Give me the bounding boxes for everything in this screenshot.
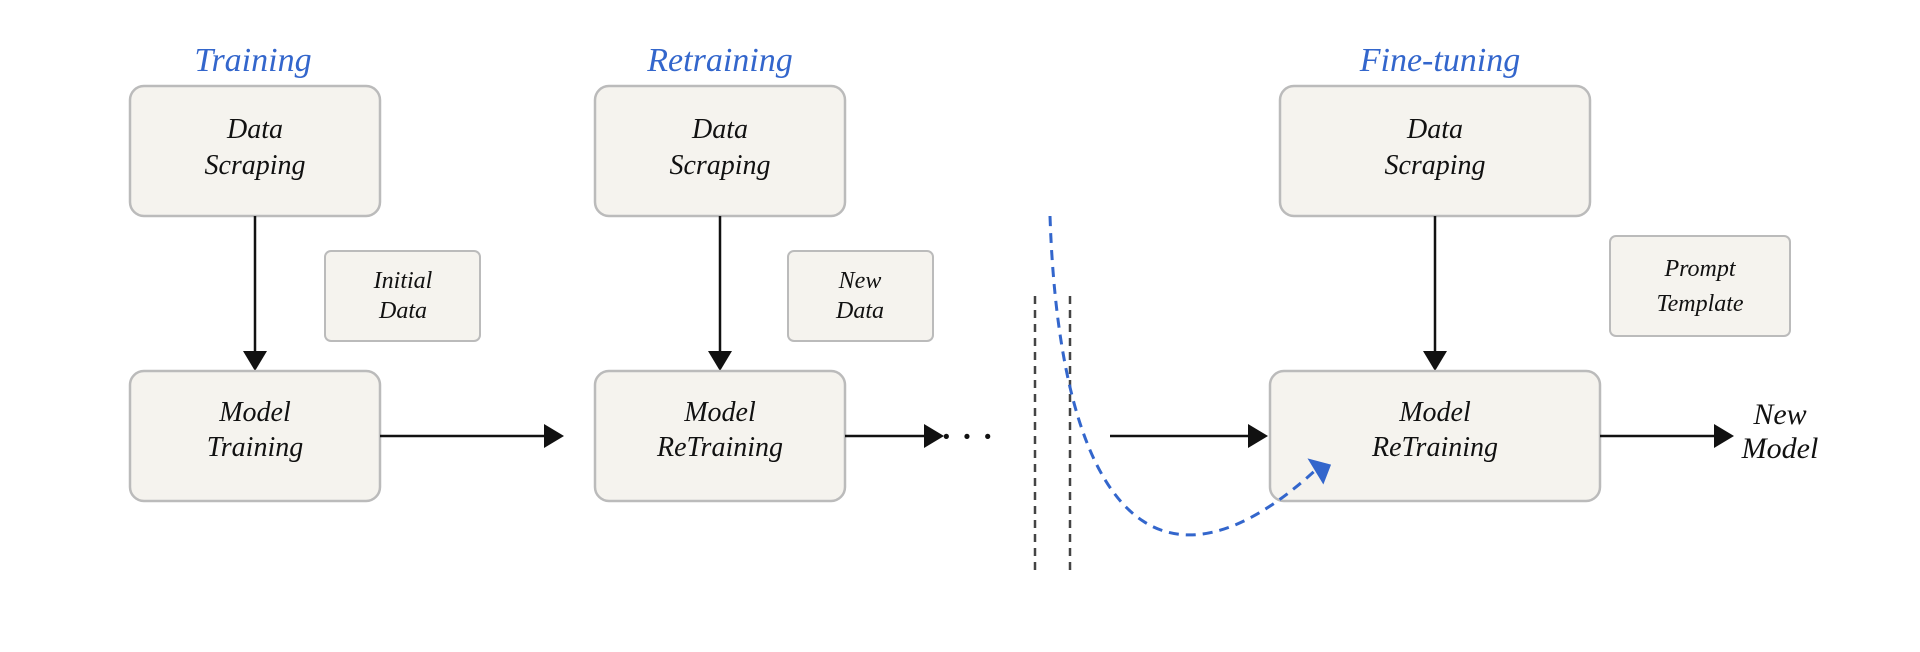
retraining-label: Retraining xyxy=(646,42,792,79)
training-arrow-down-head xyxy=(243,351,267,371)
training-model-text-line2: Training xyxy=(207,432,303,463)
retraining-new-data-line2: Data xyxy=(835,298,884,324)
diagram: Training Data Scraping Initial Data Mode… xyxy=(60,16,1860,636)
retraining-scraping-text-line2: Scraping xyxy=(669,150,770,181)
finetuning-prompt-box xyxy=(1610,236,1790,336)
finetuning-model-text-line2: ReTraining xyxy=(1371,432,1498,463)
new-model-line2: Model xyxy=(1741,432,1819,465)
finetuning-to-newmodel-head xyxy=(1714,424,1734,448)
finetuning-prompt-line2: Template xyxy=(1656,291,1743,317)
training-to-retraining-head xyxy=(544,424,564,448)
finetuning-prompt-line1: Prompt xyxy=(1663,256,1736,282)
dots-to-finetuning-head xyxy=(1248,424,1268,448)
finetuning-model-text-line1: Model xyxy=(1398,397,1471,428)
retraining-new-data-line1: New xyxy=(838,268,882,294)
finetuning-arrow-down-head xyxy=(1423,351,1447,371)
finetuning-scraping-text-line2: Scraping xyxy=(1384,150,1485,181)
retraining-model-text-line1: Model xyxy=(683,397,756,428)
finetuning-label: Fine-tuning xyxy=(1359,42,1521,79)
training-label: Training xyxy=(194,42,311,79)
training-scraping-text-line2: Scraping xyxy=(204,150,305,181)
retraining-model-text-line2: ReTraining xyxy=(656,432,783,463)
new-model-line1: New xyxy=(1752,398,1806,431)
retraining-scraping-text-line1: Data xyxy=(691,114,748,145)
retraining-new-data-box xyxy=(788,251,933,341)
training-model-text-line1: Model xyxy=(218,397,291,428)
dots-text: ··· xyxy=(939,412,1001,461)
training-initial-data-box xyxy=(325,251,480,341)
retraining-arrow-down-head xyxy=(708,351,732,371)
training-initial-data-line2: Data xyxy=(378,298,427,324)
training-initial-data-line1: Initial xyxy=(373,268,433,294)
training-scraping-text-line1: Data xyxy=(226,114,283,145)
finetuning-scraping-text-line1: Data xyxy=(1406,114,1463,145)
